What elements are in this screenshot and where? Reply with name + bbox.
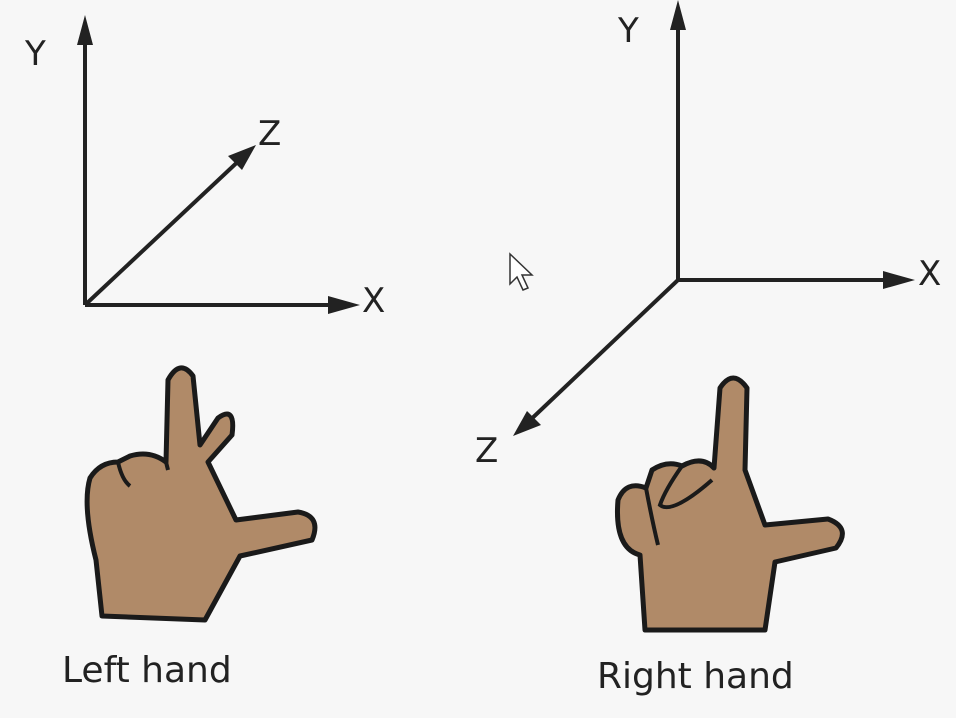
left-x-arrowhead — [328, 296, 360, 314]
left-hand-illustration — [84, 365, 318, 623]
left-hand-caption: Left hand — [62, 650, 232, 691]
right-z-axis — [523, 278, 680, 427]
right-hand-axes: Y Z X — [475, 0, 941, 471]
right-x-arrowhead — [883, 271, 915, 289]
right-y-label: Y — [617, 11, 639, 51]
left-hand-axes: Y Z X — [24, 15, 385, 321]
right-hand-illustration — [614, 375, 845, 633]
right-hand-caption: Right hand — [597, 656, 794, 697]
right-y-arrowhead — [670, 0, 686, 30]
right-z-label: Z — [475, 431, 498, 471]
right-x-label: X — [918, 254, 941, 294]
coordinate-systems-diagram: Y Z X Y Z X Left hand Right hand — [24, 0, 941, 697]
left-z-label: Z — [258, 114, 281, 154]
mouse-pointer-icon — [509, 252, 534, 291]
left-y-label: Y — [24, 34, 46, 74]
left-z-axis — [83, 153, 247, 307]
left-x-label: X — [362, 281, 385, 321]
left-y-arrowhead — [77, 15, 93, 45]
